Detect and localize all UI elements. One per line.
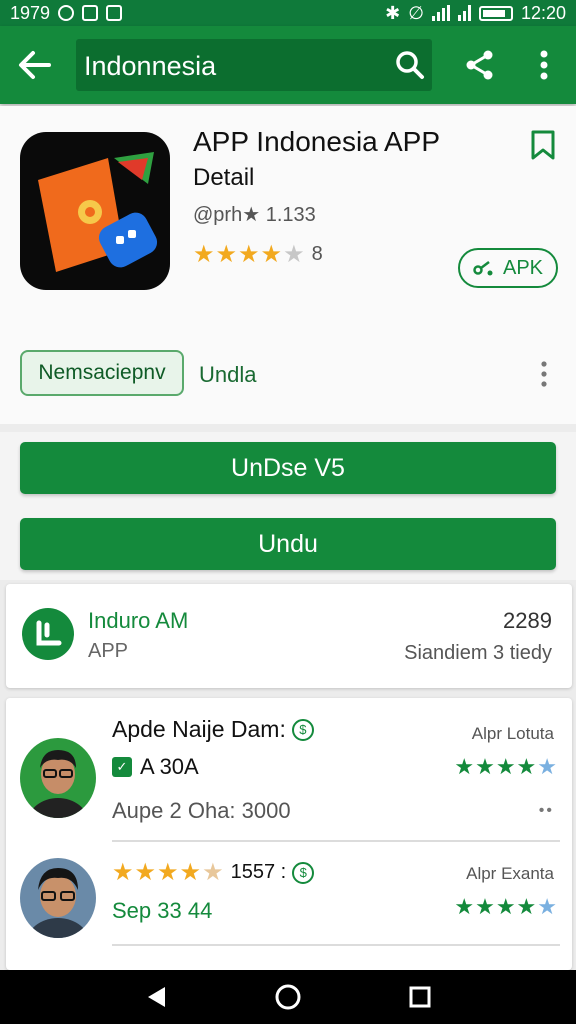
source-sub: APP (88, 640, 129, 662)
search-box[interactable]: Indonnesia (76, 39, 432, 91)
divider (112, 944, 560, 946)
apk-button[interactable]: APK (458, 248, 558, 288)
avatar[interactable] (20, 858, 96, 938)
battery-icon (478, 5, 513, 21)
link-icon (473, 261, 493, 276)
apk-button-label: APK (502, 256, 544, 279)
navigation-bar (0, 970, 576, 1024)
primary-download-button[interactable]: UnDse V5 (20, 442, 556, 494)
review-source: Alpr Exanta (466, 864, 554, 883)
review-source: Alpr Lotuta (471, 724, 554, 743)
search-input[interactable]: Indonnesia (84, 51, 216, 82)
search-button[interactable] (388, 43, 432, 87)
source-logo-icon (22, 608, 74, 660)
search-icon (396, 51, 424, 79)
share-button[interactable] (460, 45, 500, 85)
app-subtitle: Detail (193, 164, 255, 191)
wifi-icon (431, 5, 450, 21)
notification-icon (58, 5, 75, 21)
verified-icon: $ (292, 861, 315, 884)
status-time-right: 12:20 (520, 2, 566, 23)
avatar-image (20, 738, 96, 818)
mute-icon: ∅ (408, 2, 424, 23)
nav-home-button[interactable] (268, 977, 308, 1017)
rating-row: ★★★★★ 8 (193, 240, 323, 269)
divider (112, 840, 560, 842)
mail-notification-icon (106, 5, 123, 21)
review-more-button[interactable]: •• (539, 802, 554, 820)
review-stars-filled: ★★★★ (454, 894, 538, 919)
review-date: Sep 33 44 (112, 898, 213, 923)
app-title: APP Indonesia APP (193, 126, 440, 157)
bluetooth-icon: ✱ (385, 2, 401, 23)
verified-icon: $ (291, 718, 314, 741)
nav-back-button[interactable] (136, 977, 176, 1017)
image-notification-icon (82, 5, 99, 21)
nav-recents-button[interactable] (400, 977, 440, 1017)
bookmark-icon (531, 130, 555, 160)
review-line: Aupe 2 Oha: 3000 (112, 798, 291, 823)
app-logo-icon (38, 152, 158, 272)
review-tag: ✓ A 30A (112, 754, 199, 780)
review-title: Apde Naije Dam: $ (112, 716, 314, 743)
more-vert-icon (541, 361, 547, 387)
share-icon (466, 50, 493, 80)
review-tag-text: A 30A (140, 754, 199, 779)
header-more-button[interactable] (532, 356, 556, 392)
category-chip[interactable]: Nemsaciepnv (20, 350, 184, 396)
review-rating-count: 1557 : (230, 861, 287, 883)
app-bar: Indonnesia (0, 26, 576, 104)
source-logo-mark (36, 620, 62, 646)
tag-icon: ✓ (112, 757, 132, 777)
status-left: 1979 (10, 2, 123, 24)
review-stars-filled: ★★★★ (454, 754, 538, 779)
source-status: Siandiem 3 tiedy (404, 642, 552, 664)
source-name: Induro AM (88, 608, 189, 633)
reviews-card: Apde Naije Dam: $ ✓ A 30A Aupe 2 Oha: 30… (6, 698, 572, 970)
review-title-text: Apde Naije Dam: (112, 716, 286, 742)
review-rating-stars: ★★★★★ (112, 859, 225, 886)
app-meta: @prh★ 1.133 (193, 204, 316, 226)
source-count: 2289 (503, 608, 552, 633)
more-options-button[interactable] (528, 45, 560, 85)
source-card[interactable]: Induro AM APP 2289 Siandiem 3 tiedy (6, 584, 572, 688)
bookmark-button[interactable] (526, 126, 560, 164)
avatar[interactable] (20, 738, 96, 818)
action-buttons: UnDse V5 Undu (0, 432, 576, 580)
rating-count: 8 (311, 243, 323, 265)
back-button[interactable] (14, 45, 54, 85)
signal-icon (457, 5, 471, 21)
avatar-image (20, 858, 96, 938)
chip-side-label[interactable]: Undla (199, 362, 256, 388)
status-right: ✱ ∅ 12:20 (385, 3, 566, 24)
status-bar: 1979 ✱ ∅ 12:20 (0, 0, 576, 26)
app-header-card: APP Indonesia APP Detail @prh★ 1.133 ★★★… (0, 106, 576, 424)
square-recents-icon (409, 986, 431, 1008)
arrow-left-icon (19, 51, 51, 79)
review-rating-row: ★★★★★ 1557 : $ (112, 858, 315, 887)
status-time-left: 1979 (10, 2, 51, 23)
circle-home-icon (275, 984, 301, 1010)
review-stars: ★★★★★ (454, 894, 558, 919)
app-icon[interactable] (20, 132, 170, 290)
review-stars: ★★★★★ (454, 754, 558, 779)
rating-stars: ★★★★★ (193, 241, 306, 268)
triangle-back-icon (148, 987, 165, 1007)
more-vert-icon (540, 50, 548, 80)
secondary-download-button[interactable]: Undu (20, 518, 556, 570)
